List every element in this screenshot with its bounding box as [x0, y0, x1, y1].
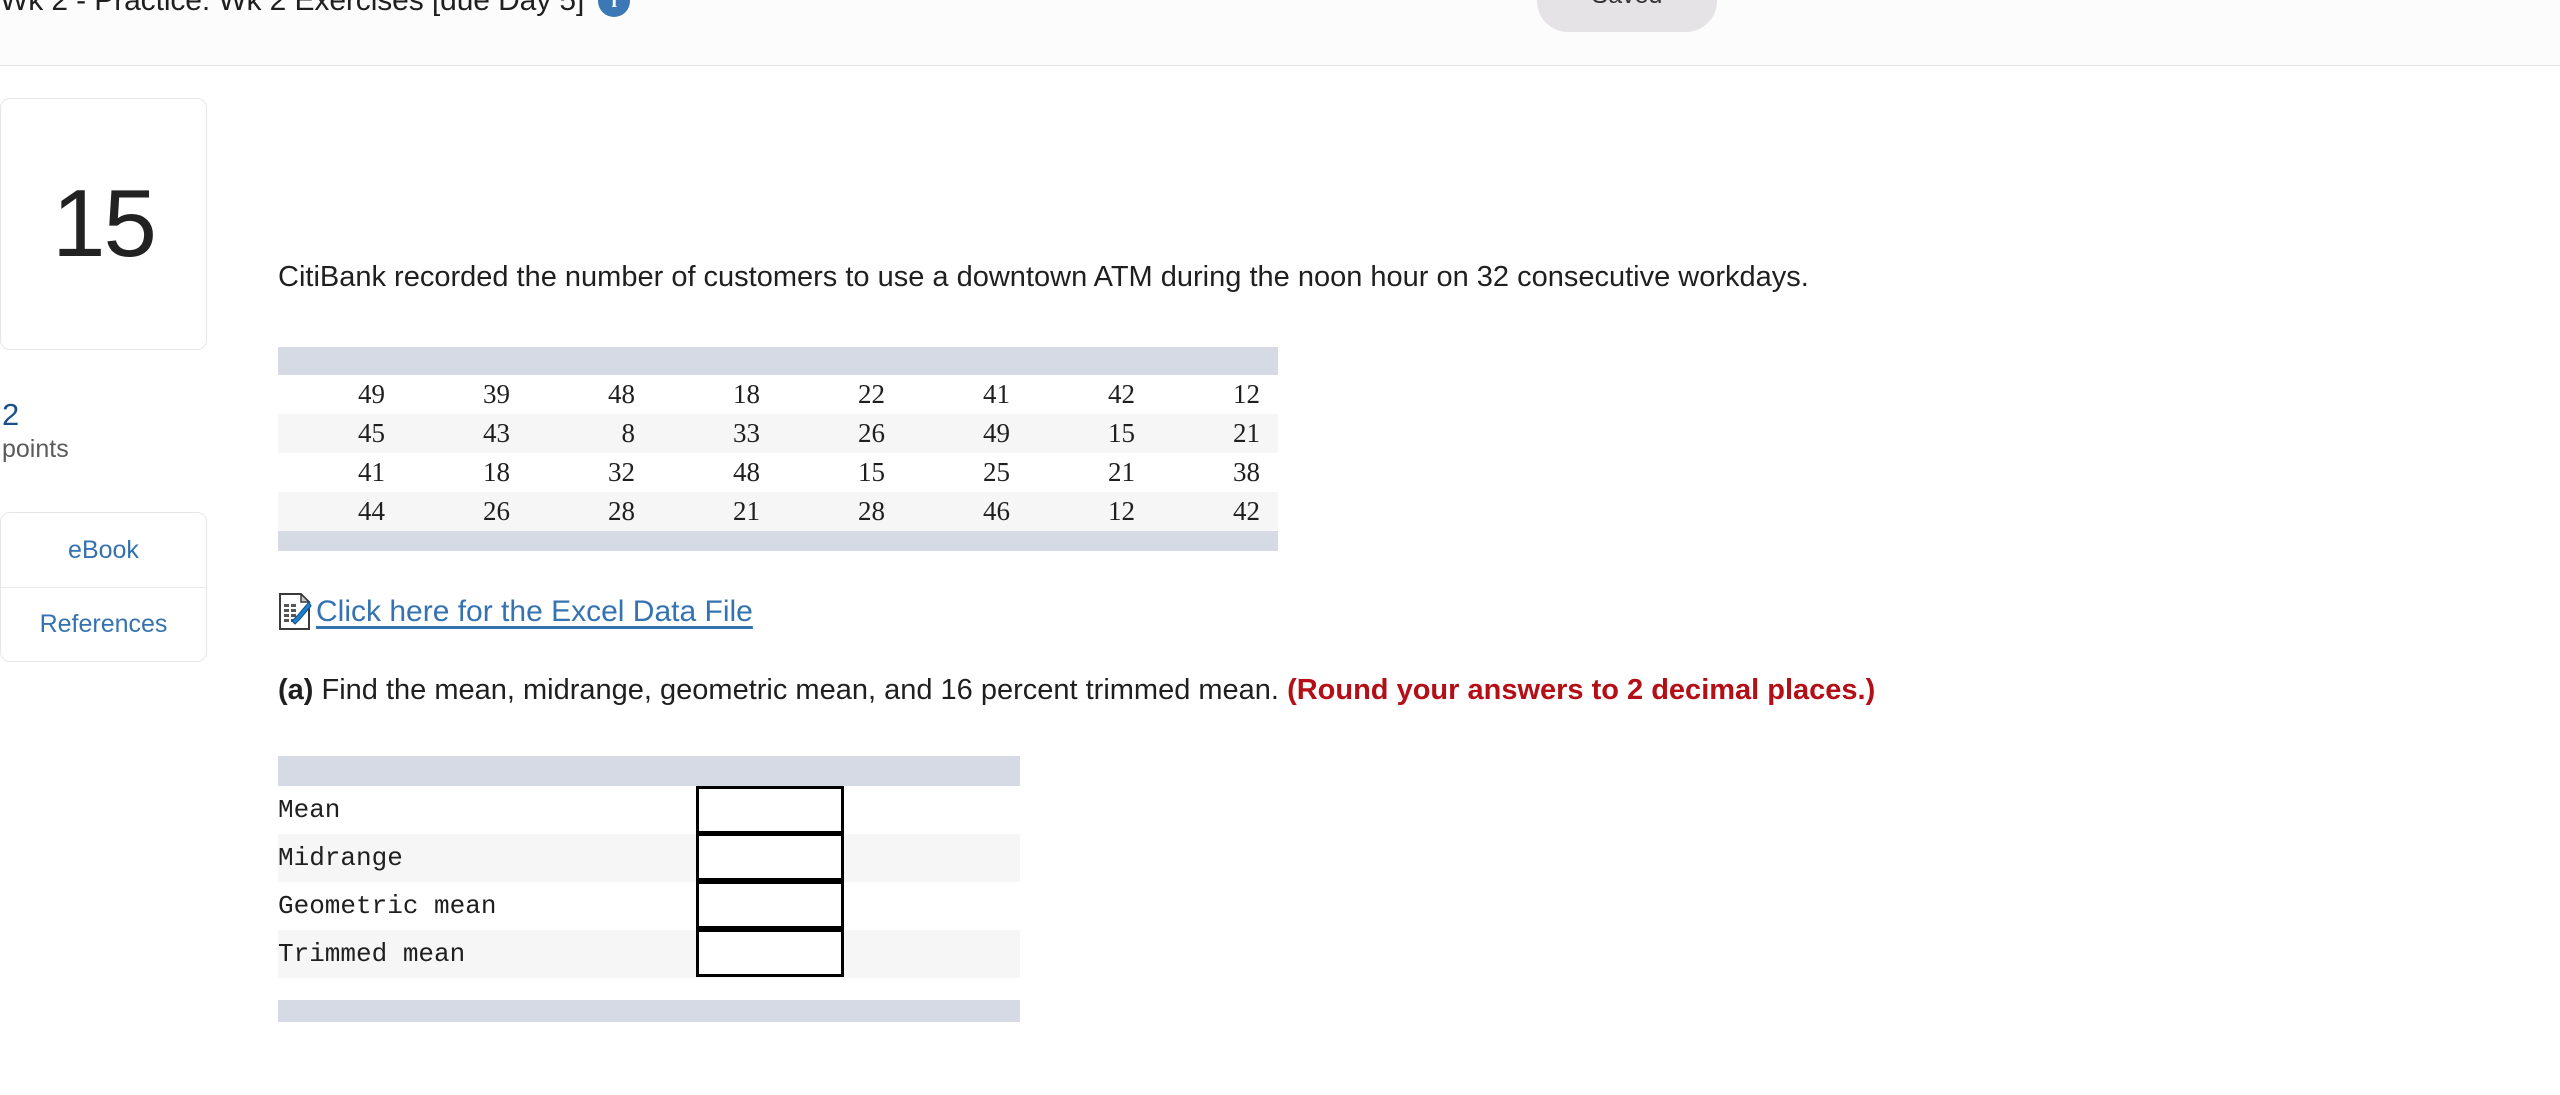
data-cell: 39 — [483, 379, 510, 410]
data-cell: 12 — [1108, 496, 1135, 527]
excel-data-file-icon — [279, 593, 312, 631]
data-cell: 26 — [483, 496, 510, 527]
data-cell: 28 — [608, 496, 635, 527]
part-a-text: Find the mean, midrange, geometric mean,… — [313, 674, 1288, 707]
table-header-band — [278, 347, 1278, 376]
data-cell: 43 — [483, 418, 510, 449]
answer-table-footer-band — [278, 1000, 1020, 1023]
data-cell: 21 — [733, 496, 760, 527]
data-cell: 25 — [983, 457, 1010, 488]
data-cell: 28 — [858, 496, 885, 527]
question-number-card: 15 — [0, 98, 207, 350]
answer-table: Mean Midrange Geometric mean Trimmed mean — [278, 756, 1020, 1023]
answer-input-cell — [696, 786, 1020, 835]
question-prompt: CitiBank recorded the number of customer… — [278, 261, 1809, 293]
answer-input-cell — [696, 928, 1020, 978]
answer-row: Trimmed mean — [278, 928, 1020, 979]
answer-input-trimmed-mean[interactable] — [696, 928, 844, 977]
data-cell: 42 — [1233, 496, 1260, 527]
data-cell: 41 — [983, 379, 1010, 410]
excel-data-file-link[interactable]: Click here for the Excel Data File — [316, 595, 753, 629]
status-badge-saved: Saved — [1537, 0, 1717, 32]
points-value: 2 — [2, 397, 20, 432]
answer-input-cell — [696, 832, 1020, 882]
data-cell: 49 — [983, 418, 1010, 449]
page-title: Wk 2 - Practice: Wk 2 Exercises [due Day… — [0, 0, 585, 17]
data-cell: 49 — [358, 379, 385, 410]
table-footer-band — [278, 531, 1278, 552]
ebook-button[interactable]: eBook — [1, 513, 206, 588]
data-values-table: 49 39 48 18 22 41 42 12 45 43 8 33 26 49 15 21 41 18 32 48 1… — [278, 375, 1278, 532]
question-sidebar: 15 2 points eBook References — [0, 98, 210, 663]
data-cell: 42 — [1108, 379, 1135, 410]
answer-input-cell — [696, 880, 1020, 930]
data-cell: 22 — [858, 379, 885, 410]
atm-data-table: 49 39 48 18 22 41 42 12 45 43 8 33 26 49 15 21 41 18 32 48 1… — [278, 347, 1278, 552]
data-cell: 21 — [1233, 418, 1260, 449]
app-header: Wk 2 - Practice: Wk 2 Exercises [due Day… — [0, 0, 2560, 66]
answer-row: Geometric mean — [278, 880, 1020, 931]
answer-row-label: Mean — [278, 795, 341, 826]
excel-data-file-row[interactable]: Click here for the Excel Data File — [278, 593, 2548, 631]
part-a-rounding-note: (Round your answers to 2 decimal places.… — [1287, 674, 1876, 707]
data-cell: 21 — [1108, 457, 1135, 488]
data-cell: 26 — [858, 418, 885, 449]
answer-input-geometric-mean[interactable] — [696, 880, 844, 929]
answer-input-midrange[interactable] — [696, 832, 844, 881]
table-row: 44 26 28 21 28 46 12 42 — [278, 492, 1278, 532]
data-cell: 18 — [733, 379, 760, 410]
data-cell: 18 — [483, 457, 510, 488]
data-cell: 12 — [1233, 379, 1260, 410]
question-body: CitiBank recorded the number of customer… — [278, 98, 2548, 1023]
data-cell: 15 — [1108, 418, 1135, 449]
points-label: points — [2, 435, 69, 464]
data-cell: 38 — [1233, 457, 1260, 488]
table-row: 45 43 8 33 26 49 15 21 — [278, 414, 1278, 454]
data-cell: 8 — [621, 418, 636, 449]
data-cell: 48 — [733, 457, 760, 488]
answer-row-label: Trimmed mean — [278, 939, 466, 970]
answer-row: Mean — [278, 786, 1020, 835]
references-button[interactable]: References — [1, 587, 206, 662]
resources-box: eBook References — [0, 512, 207, 663]
table-row: 49 39 48 18 22 41 42 12 — [278, 375, 1278, 415]
answer-row-label: Midrange — [278, 843, 403, 874]
data-cell: 41 — [358, 457, 385, 488]
data-cell: 33 — [733, 418, 760, 449]
answer-row: Midrange — [278, 832, 1020, 883]
part-a-question: (a) Find the mean, midrange, geometric m… — [278, 671, 2548, 710]
data-cell: 48 — [608, 379, 635, 410]
answer-fields-table: Mean Midrange Geometric mean Trimmed mean — [278, 786, 1020, 979]
part-a-label: (a) — [278, 674, 314, 707]
answer-table-header-band — [278, 756, 1020, 787]
data-cell: 45 — [358, 418, 385, 449]
data-cell: 46 — [983, 496, 1010, 527]
answer-input-mean[interactable] — [696, 786, 844, 835]
data-cell: 32 — [608, 457, 635, 488]
table-row: 41 18 32 48 15 25 21 38 — [278, 453, 1278, 493]
info-icon[interactable]: i — [598, 0, 631, 17]
question-number: 15 — [52, 170, 157, 277]
assignment-header: Wk 2 - Practice: Wk 2 Exercises [due Day… — [0, 0, 631, 18]
points-block: 2 points — [0, 397, 210, 464]
data-cell: 44 — [358, 496, 385, 527]
data-cell: 15 — [858, 457, 885, 488]
answer-row-label: Geometric mean — [278, 891, 497, 922]
